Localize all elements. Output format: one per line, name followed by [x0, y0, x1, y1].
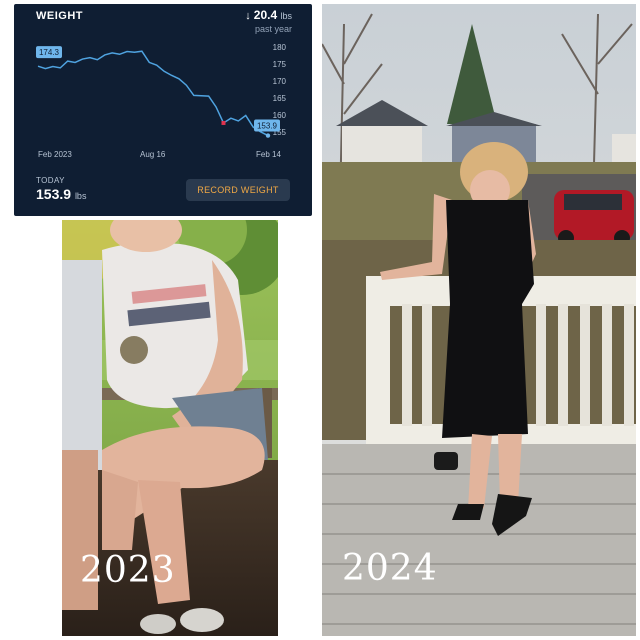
weight-line-chart: 180175170165160155 174.3153.9: [36, 43, 287, 138]
end-weight-badge: 153.9: [257, 122, 278, 131]
today-weight-value: 153.9: [36, 186, 72, 202]
weight-card: WEIGHT ↓ 20.4 lbs past year 180 175 170 165 1…: [14, 4, 312, 216]
weight-change: ↓ 20.4 lbs: [245, 8, 292, 22]
y-tick-label: 180: [273, 43, 287, 52]
before-year-label: 2023: [80, 550, 176, 591]
x-tick-label: Feb 2023: [38, 150, 72, 159]
y-tick-label: 165: [273, 94, 287, 103]
start-weight-badge: 174.3: [39, 48, 60, 57]
latest-point: [265, 133, 271, 138]
weight-series: [37, 50, 269, 137]
weight-line: [37, 50, 269, 137]
today-weight-unit: lbs: [74, 191, 87, 201]
weight-marker: [221, 120, 226, 125]
value-badges: 174.3 153.9: [36, 46, 280, 138]
today-label: TODAY: [36, 176, 65, 185]
x-tick-label: Aug 16: [140, 150, 166, 159]
y-tick-label: 170: [273, 77, 287, 86]
record-weight-button[interactable]: RECORD WEIGHT: [186, 179, 290, 201]
weight-change-unit: lbs: [280, 11, 292, 21]
weight-change-value: 20.4: [253, 8, 278, 22]
after-photo-image: [322, 4, 636, 636]
x-tick-label: Feb 14: [256, 150, 281, 159]
weight-title: WEIGHT: [36, 10, 83, 22]
today-weight: 153.9 lbs: [36, 186, 86, 202]
down-arrow-icon: ↓: [245, 10, 251, 22]
y-tick-label: 160: [273, 111, 287, 120]
y-tick-label: 175: [273, 60, 287, 69]
after-year-label: 2024: [342, 548, 438, 589]
period-label: past year: [254, 24, 292, 34]
after-photo: [322, 4, 636, 636]
